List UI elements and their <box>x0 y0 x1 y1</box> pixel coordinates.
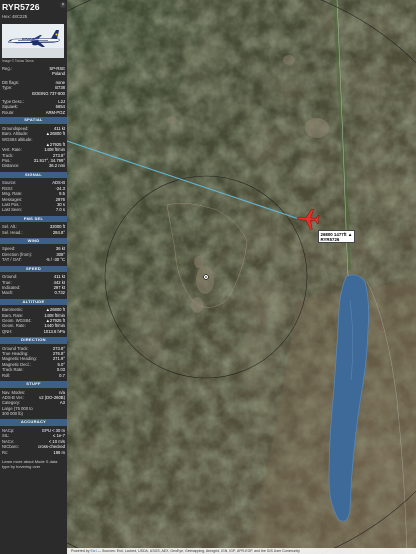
info-row: Last Seen: 7.0 s <box>0 207 67 212</box>
info-key: Type: <box>2 85 13 91</box>
satellite-map[interactable] <box>67 0 416 554</box>
info-value: 7.0 s <box>55 207 65 213</box>
section-rows: Speed: 36 kt Direction (from): 308° TAT / OA… <box>0 244 67 263</box>
section-rows: Source: ADS-B RSSI: -24.3 Msg. Rate: 9.5 Messa… <box>0 178 67 213</box>
receiver-site-center <box>205 276 207 278</box>
detail-sections: SPATIAL Groundspeed: 411 kt Baro. Altitude:… <box>0 117 67 456</box>
info-key: QNH: <box>2 328 13 334</box>
info-row: TAT / OAT: -5 / -30 °C <box>0 257 67 262</box>
section-rows: NACp: EPU < 30 m SIL: ≤ 1e-7 NACv: < 10 m/s NI… <box>0 426 67 456</box>
info-row: Mach: 0.732 <box>0 290 67 295</box>
section-rows: Ground: 411 kt True: 442 kt Indicated: 297 kt… <box>0 272 67 297</box>
info-key: Distance: <box>2 163 20 169</box>
info-row: Roll: 0.7 <box>0 373 67 378</box>
info-value: 186 m <box>53 449 65 455</box>
info-value: 284.8° <box>52 229 65 235</box>
info-key: WGS84 altitude: <box>2 136 33 142</box>
attribution-esri-link[interactable]: Esri <box>90 549 96 553</box>
info-value: 0.7 <box>59 372 65 378</box>
info-key: TAT / OAT: <box>2 257 22 263</box>
info-row: QNH: 1013.6 hPa <box>0 329 67 334</box>
hex-value: 48C225 <box>12 14 28 19</box>
info-value: Poland <box>51 71 65 77</box>
info-key: Reg.: <box>2 66 13 72</box>
info-value: -5 / -30 °C <box>45 257 65 263</box>
panel-header: RYR5726 Hex: 48C225 × <box>0 0 67 22</box>
attribution-prefix: Powered by <box>71 548 90 553</box>
callsign: RYR5726 <box>2 2 40 12</box>
info-value: 1013.6 hPa <box>43 328 65 334</box>
section-rows: Ground Track: 273.8° True Heading: 276.8° Ma… <box>0 344 67 379</box>
info-row: Route: ARM-POZ <box>0 110 67 115</box>
attribution-sources: — Sources: Esri, i-cubed, USDA, USGS, AE… <box>97 548 300 553</box>
aircraft-photo[interactable]: RYANAIR <box>2 24 64 58</box>
info-value: ▲26800 ft <box>45 131 65 137</box>
section-rows: Barometric: ▲26800 ft Baro. Rate: 1408 ft/m… <box>0 305 67 335</box>
info-row: Distance: 36.2 nmi <box>0 163 67 168</box>
airline-livery-text: RYANAIR <box>22 37 35 41</box>
info-key: Last Seen: <box>2 207 23 213</box>
info-key: Rc: <box>2 449 9 455</box>
info-value: ARM-POZ <box>45 109 65 115</box>
section-rows: Groundspeed: 411 kt Baro. Altitude: ▲26800 … <box>0 124 67 170</box>
section-rows: Nav. Modes: n/a ADS-B Ver.: v2 (DO-260B) Cat… <box>0 388 67 418</box>
info-value: BOEING 737-800 <box>32 90 65 96</box>
info-value: 0.732 <box>54 290 65 296</box>
info-key: Roll: <box>2 372 11 378</box>
info-row: Sel. Head.: 284.8° <box>0 230 67 235</box>
hex-label: Hex: <box>2 14 11 19</box>
info-key: Sel. Head.: <box>2 229 23 235</box>
info-row: Rc: 186 m <box>0 450 67 455</box>
map-attribution: Powered by Esri — Sources: Esri, i-cubed… <box>67 547 416 554</box>
close-button[interactable]: × <box>60 2 66 8</box>
photo-credit: Image © Tobias Talma <box>2 59 34 63</box>
map-view[interactable]: 26800 1477ft ▲ RYR5726 Powered by Esri —… <box>67 0 416 554</box>
airplane-image: RYANAIR <box>2 24 64 58</box>
info-value: 36.2 nmi <box>48 163 65 169</box>
aircraft-label-altitude: 26800 1477ft ▲ <box>320 231 353 237</box>
info-row: 300 000 lb) <box>0 411 67 416</box>
aircraft-label-callsign: RYR5726 <box>320 236 340 242</box>
info-key: Route: <box>2 109 15 115</box>
aircraft-data-label[interactable]: 26800 1477ft ▲ RYR5726 <box>318 230 355 243</box>
info-value: A3 <box>59 400 65 406</box>
section-rows: Sel. Alt.: 32000 ft Sel. Head.: 284.8° <box>0 222 67 236</box>
info-key: Mach: <box>2 290 14 296</box>
aircraft-info-panel: RYR5726 Hex: 48C225 × RYANAIR Image © To… <box>0 0 67 554</box>
help-footer: Learn more about Mode S data type by hov… <box>2 458 58 470</box>
basic-info: Reg.: SP-RSE Poland DB flags: none Type: B738 B… <box>0 66 67 115</box>
info-key: 300 000 lb) <box>2 411 23 417</box>
hex-id: Hex: 48C225 <box>2 14 65 20</box>
